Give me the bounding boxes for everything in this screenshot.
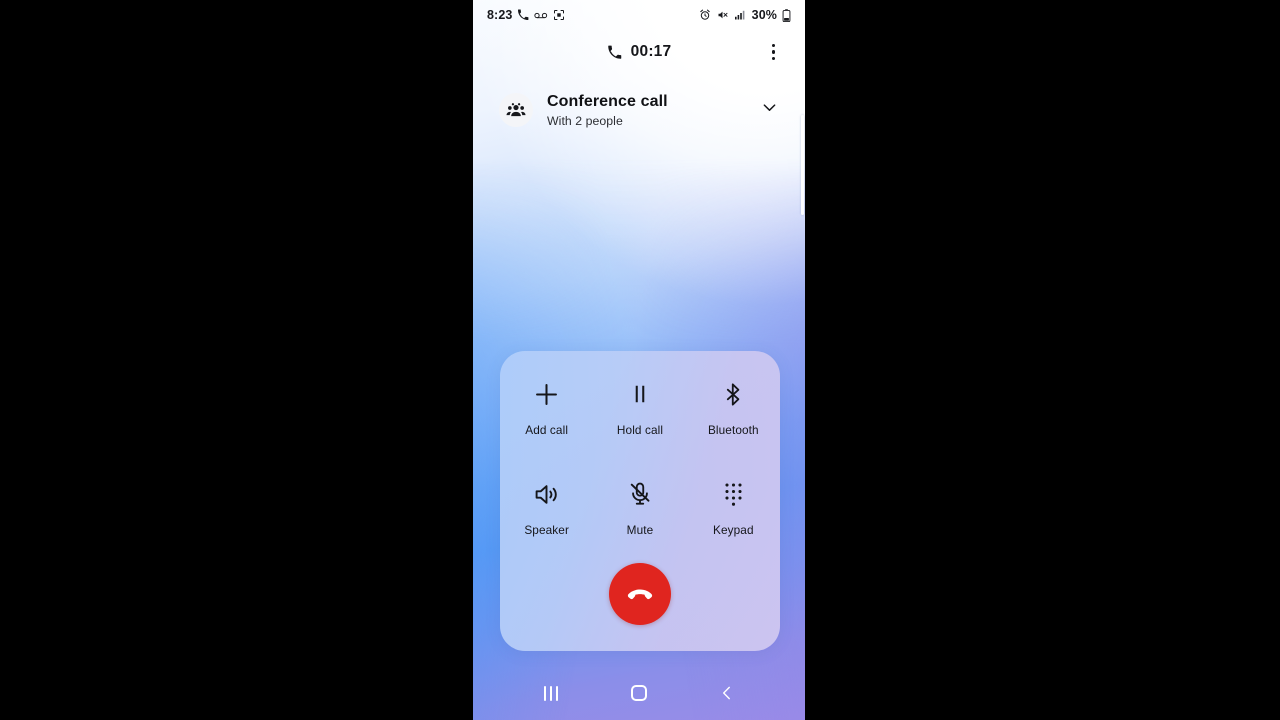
sound-mute-icon xyxy=(718,11,728,19)
call-duration-label: 00:17 xyxy=(630,43,672,60)
back-button[interactable] xyxy=(701,673,753,713)
recents-icon xyxy=(544,685,558,701)
back-chevron-icon xyxy=(722,686,730,700)
mute-button[interactable]: Mute xyxy=(593,469,686,537)
keypad-button[interactable]: Keypad xyxy=(687,469,780,537)
speaker-volume-icon xyxy=(533,477,560,511)
kebab-dot xyxy=(771,50,775,54)
edge-panel-handle[interactable] xyxy=(801,115,804,215)
caller-meta: Conference call With 2 people xyxy=(547,92,752,129)
plus-icon xyxy=(533,377,560,411)
microphone-muted-icon xyxy=(627,477,653,511)
group-people-icon xyxy=(506,103,526,117)
bluetooth-label: Bluetooth xyxy=(707,423,759,437)
hold-call-button[interactable]: Hold call xyxy=(593,369,686,437)
call-timer: 00:17 xyxy=(607,43,672,61)
caller-name: Conference call xyxy=(547,92,668,110)
speaker-button[interactable]: Speaker xyxy=(500,469,593,537)
dialpad-icon xyxy=(721,477,746,511)
signal-bars-icon xyxy=(734,10,745,20)
status-time: 8:23 xyxy=(487,8,513,22)
end-call-handset-icon xyxy=(627,589,653,600)
status-bar-right: 30% xyxy=(699,8,791,22)
status-bar-left: 8:23 xyxy=(487,8,565,22)
pause-icon xyxy=(627,377,653,411)
add-call-button[interactable]: Add call xyxy=(500,369,593,437)
kebab-dot xyxy=(771,56,775,60)
screenshot-stage: 8:23 30% 00:17 Conference call With 2 pe… xyxy=(0,0,1280,720)
caller-subtitle: With 2 people xyxy=(547,113,623,128)
navigation-bar xyxy=(473,666,805,720)
caller-info-row[interactable]: Conference call With 2 people xyxy=(473,80,805,140)
home-button[interactable] xyxy=(613,673,665,713)
alarm-icon xyxy=(699,9,710,20)
chevron-down-icon xyxy=(763,104,776,111)
expand-participants-button[interactable] xyxy=(752,90,787,130)
call-controls-card: Add call Hold call Bluetooth Speaker Mut… xyxy=(500,351,780,651)
add-call-label: Add call xyxy=(525,423,569,437)
voicemail-icon xyxy=(534,12,548,19)
recents-button[interactable] xyxy=(525,673,577,713)
battery-icon xyxy=(782,8,791,22)
battery-percent-label: 30% xyxy=(751,8,777,22)
bluetooth-icon xyxy=(721,377,746,411)
status-bar: 8:23 30% xyxy=(473,0,805,30)
hold-call-label: Hold call xyxy=(616,423,664,437)
keypad-label: Keypad xyxy=(713,523,754,537)
mute-label: Mute xyxy=(626,523,654,537)
speaker-label: Speaker xyxy=(524,523,569,537)
overflow-menu-button[interactable] xyxy=(766,38,781,66)
kebab-dot xyxy=(771,44,775,48)
phone-screen: 8:23 30% 00:17 Conference call With 2 pe… xyxy=(473,0,805,720)
call-timer-row: 00:17 xyxy=(473,30,805,74)
home-icon xyxy=(631,685,647,701)
phone-handset-icon xyxy=(607,45,621,59)
screen-record-icon xyxy=(554,10,565,20)
phone-call-active-icon xyxy=(518,9,529,20)
end-call-button[interactable] xyxy=(609,563,671,625)
end-call-row xyxy=(500,563,780,625)
bluetooth-button[interactable]: Bluetooth xyxy=(687,369,780,437)
avatar xyxy=(499,93,533,127)
call-controls-grid: Add call Hold call Bluetooth Speaker Mut… xyxy=(500,369,780,537)
